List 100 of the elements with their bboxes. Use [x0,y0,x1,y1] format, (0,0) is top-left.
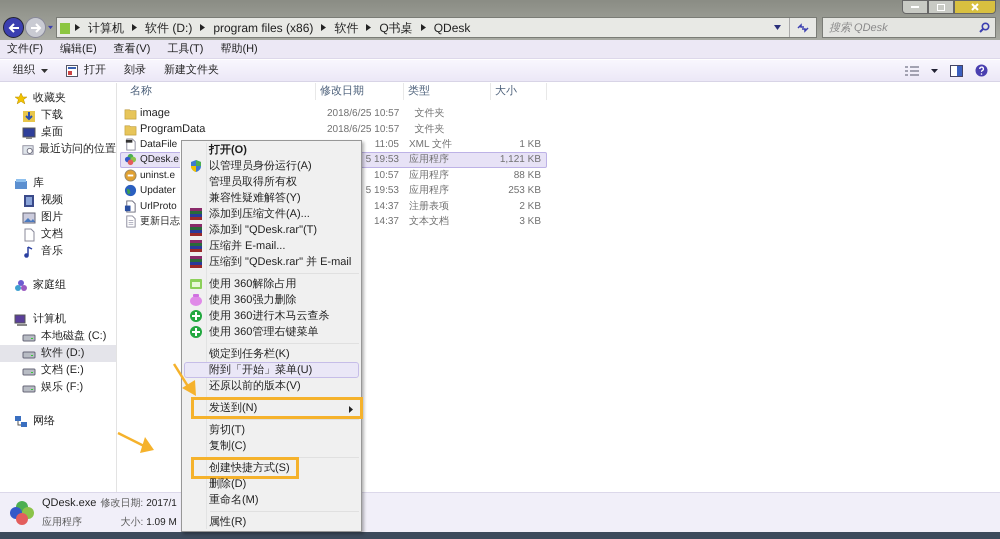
menu-item[interactable]: 帮助(H) [220,40,258,58]
caret-icon[interactable] [931,68,938,72]
column-header[interactable]: 修改日期 [316,83,404,100]
menu-item[interactable]: 使用 360强力删除 [184,292,359,308]
view-list-icon[interactable] [905,66,919,76]
toolbar-button[interactable]: 刻录 [124,62,146,79]
field-label: 修改日期: [100,496,144,510]
menu-item[interactable]: 管理员取得所有权 [184,174,359,190]
file-name: image [140,106,171,122]
date-cell-text: 2018/6/25 10:57 [327,122,400,137]
text-file-icon [124,214,137,228]
column-header[interactable]: 类型 [404,83,491,100]
minimize-icon [911,6,919,8]
menu-item[interactable]: 属性(R) [184,514,359,530]
nav-item[interactable]: 音乐 [41,243,63,260]
menu-item[interactable]: 附到「开始」菜单(U) [184,362,359,378]
chevron-icon [366,24,372,31]
nav-item[interactable]: 娱乐 (F:) [41,379,84,396]
file-name: QDesk.e [140,153,179,168]
menu-item[interactable]: 还原以前的版本(V) [184,378,359,394]
books-icon [189,223,203,237]
menu-item[interactable]: 文件(F) [7,40,44,58]
file-name: DataFile [140,138,178,152]
uninstall-icon [124,168,137,182]
size-cell: 1,121 KB [500,154,541,166]
file-name: 更新日志 [140,214,180,229]
file-name: QDesk.exe [42,496,96,512]
search-icon[interactable] [979,22,990,33]
file-type: 应用程序 [42,516,83,530]
menu-item[interactable]: 工具(T) [167,40,204,58]
nav-item[interactable]: 下载 [41,107,63,124]
address-bar[interactable]: 计算机 软件 (D:) program files (x86) 软件 Q书桌 QDesk [56,17,817,38]
nav-group[interactable]: 收藏夹 [33,90,66,107]
nav-item[interactable]: 图片 [41,209,63,226]
nav-item[interactable]: 软件 (D:) [41,345,84,362]
date-cell: 14:37 [374,200,399,212]
menu-item[interactable]: 重命名(M) [184,492,359,508]
nav-group[interactable]: 库 [33,175,44,192]
date-cell: 10:57 [374,170,399,181]
nav-group[interactable]: 家庭组 [33,277,66,294]
preview-pane-icon[interactable] [950,64,963,76]
menu-item[interactable]: 复制(C) [184,438,359,454]
search-field[interactable]: 搜索 QDesk [822,17,996,38]
menu-item[interactable]: 编辑(E) [60,40,97,58]
selected-nav-row[interactable]: 软件 (D:) [0,345,116,362]
menu-item[interactable]: 删除(D) [184,476,359,492]
date-cell-text: 2018/6/25 10:57 [327,107,400,122]
menu-item[interactable]: 剪切(T) [184,422,359,438]
breadcrumb[interactable]: program files (x86) [209,18,318,36]
clover-icon [8,498,36,526]
toolbar-button[interactable]: 组织 [13,62,48,79]
nav-item[interactable]: 文档 (E:) [41,362,84,379]
menu-item[interactable]: 压缩并 E-mail... [184,238,359,254]
close-icon [971,3,979,11]
nav-item[interactable]: 最近访问的位置 [39,141,116,158]
menu-item[interactable]: 打开(O) [184,142,359,158]
nav-group[interactable]: 网络 [33,413,55,430]
chevron-icon [75,24,80,31]
menu-item[interactable]: 兼容性疑难解答(Y) [184,190,359,206]
breadcrumb[interactable]: 软件 (D:) [141,18,196,36]
toolbar-button[interactable]: 新建文件夹 [164,62,219,79]
menu-item[interactable]: 使用 360管理右键菜单 [184,324,359,340]
breadcrumb[interactable]: 计算机 [84,18,128,36]
field-value: 2017/1 [146,496,177,510]
close-button[interactable] [954,0,996,14]
minimize-button[interactable] [902,0,928,14]
nav-item[interactable]: 桌面 [41,124,63,141]
type-cell: XML 文件 [409,138,452,150]
nav-group[interactable]: 计算机 [33,311,66,328]
nav-item[interactable]: 视频 [41,192,63,209]
caret-icon[interactable] [774,25,781,30]
history-caret-icon[interactable] [47,25,54,30]
file-name: Updater [140,184,176,198]
menu-item[interactable]: 使用 360进行木马云查杀 [184,308,359,324]
nav-item[interactable]: 文档 [41,226,63,243]
menu-item[interactable]: 创建快捷方式(S) [184,460,359,476]
submenu-arrow-icon [349,406,353,413]
column-header[interactable]: 大小 [491,83,547,100]
annotation-arrow [116,431,156,455]
folder-icon [124,107,137,120]
menu-item[interactable]: 查看(V) [114,40,150,58]
breadcrumb[interactable]: QDesk [430,18,474,36]
field-value: 1.09 M [146,516,177,530]
menu-item[interactable]: 发送到(N) [184,400,359,416]
menu-item[interactable]: 压缩到 "QDesk.rar" 并 E-mail [184,254,359,270]
menu-item[interactable]: 使用 360解除占用 [184,276,359,292]
shield-icon [189,159,203,173]
maximize-button[interactable] [928,0,954,14]
menu-item[interactable]: 以管理员身份运行(A) [184,158,359,174]
toolbar-button[interactable]: 打开 [66,62,106,79]
type-cell: 应用程序 [409,185,449,196]
column-header[interactable]: 名称 [118,83,316,100]
menu-item[interactable]: 添加到压缩文件(A)... [184,206,359,222]
breadcrumb[interactable]: 软件 [330,18,362,36]
help-icon[interactable] [975,64,988,77]
nav-item[interactable]: 本地磁盘 (C:) [41,328,106,345]
refresh-icon[interactable] [796,22,810,34]
menu-item[interactable]: 添加到 "QDesk.rar"(T) [184,222,359,238]
breadcrumb[interactable]: Q书桌 [375,18,417,36]
menu-item[interactable]: 锁定到任务栏(K) [184,346,359,362]
